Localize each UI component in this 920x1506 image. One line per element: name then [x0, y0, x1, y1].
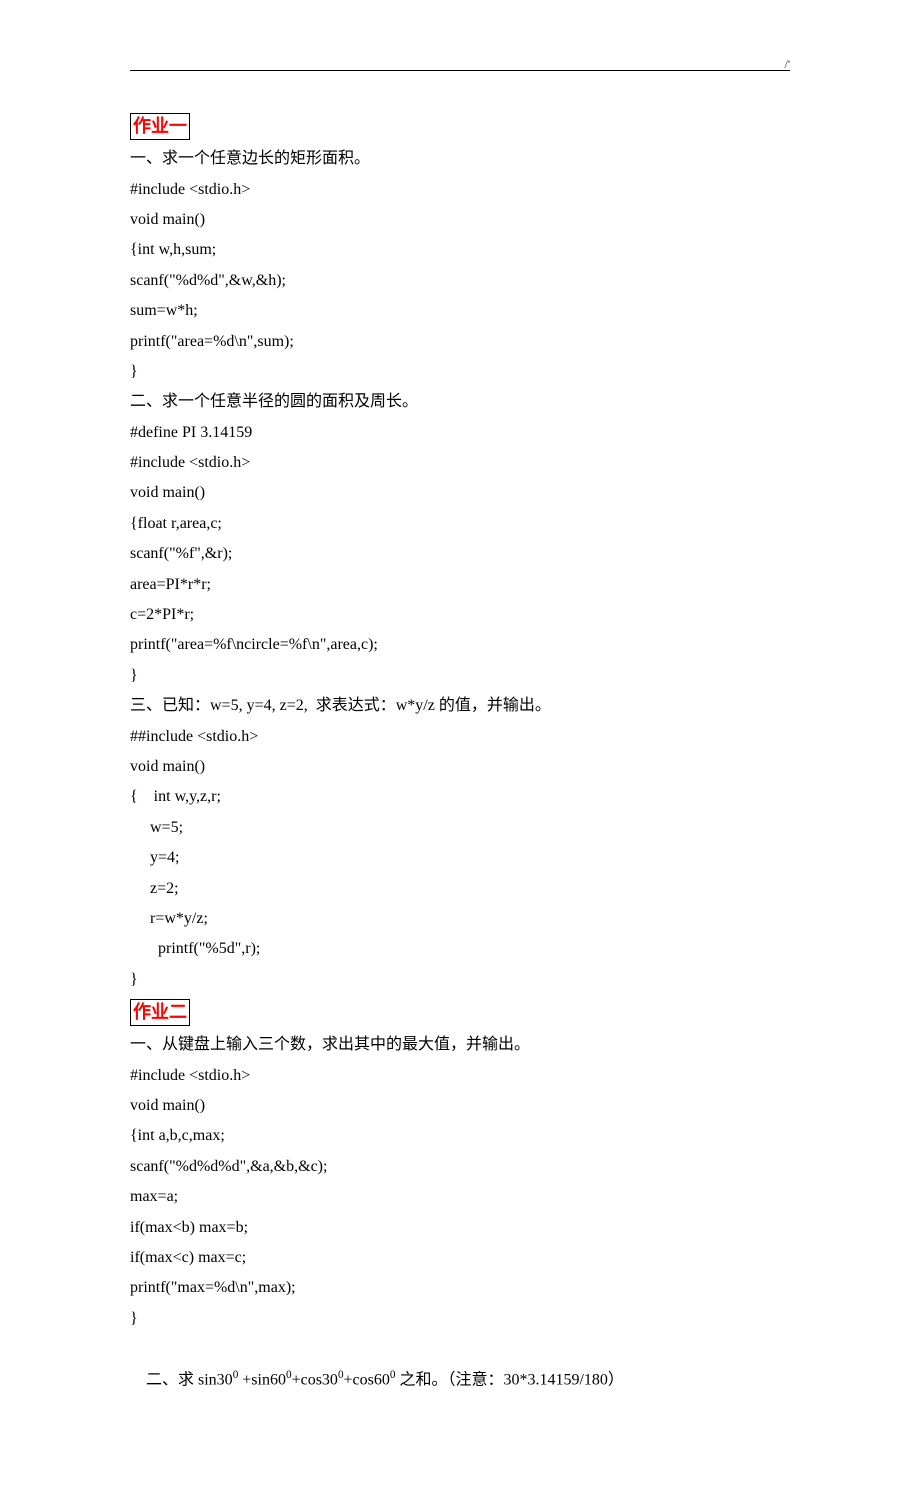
s1-q1-code-line: scanf("%d%d",&w,&h); — [130, 266, 790, 296]
s1-q1-code-line: } — [130, 357, 790, 387]
s2-q2-text-part: +sin60 — [238, 1371, 286, 1388]
s2-q1-code-line: if(max<c) max=c; — [130, 1243, 790, 1273]
s1-q2-code-line: printf("area=%f\ncircle=%f\n",area,c); — [130, 630, 790, 660]
s1-q3-code-line: w=5; — [130, 813, 790, 843]
section-heading-1: 作业一 — [130, 113, 190, 140]
s2-q1-code-line: if(max<b) max=b; — [130, 1213, 790, 1243]
s2-q1-title: 一、从键盘上输入三个数，求出其中的最大值，并输出。 — [130, 1030, 790, 1060]
s1-q3-code-line: z=2; — [130, 874, 790, 904]
s1-q3-code-line: y=4; — [130, 843, 790, 873]
s1-q2-code-line: {float r,area,c; — [130, 509, 790, 539]
top-horizontal-rule: /' — [130, 70, 790, 71]
s1-q3-code-line: ##include <stdio.h> — [130, 722, 790, 752]
s1-q2-code-line: c=2*PI*r; — [130, 600, 790, 630]
s1-q2-code-line: scanf("%f",&r); — [130, 539, 790, 569]
s2-q1-code-line: max=a; — [130, 1182, 790, 1212]
s2-q2-title: 二、求 sin300 +sin600+cos300+cos600 之和。（注意：… — [130, 1334, 790, 1426]
s1-q1-title: 一、求一个任意边长的矩形面积。 — [130, 144, 790, 174]
s2-q1-code-line: printf("max=%d\n",max); — [130, 1273, 790, 1303]
s2-q1-code-line: void main() — [130, 1091, 790, 1121]
s1-q2-code-line: void main() — [130, 478, 790, 508]
s1-q1-code-line: sum=w*h; — [130, 296, 790, 326]
s2-q2-text-part: 之和。（注意：30*3.14159/180） — [395, 1371, 623, 1388]
s1-q3-title: 三、已知：w=5, y=4, z=2, 求表达式：w*y/z 的值，并输出。 — [130, 691, 790, 721]
s1-q1-code-line: #include <stdio.h> — [130, 175, 790, 205]
document-page: /' 作业一 一、求一个任意边长的矩形面积。 #include <stdio.h… — [0, 0, 920, 1506]
s1-q2-title: 二、求一个任意半径的圆的面积及周长。 — [130, 387, 790, 417]
s1-q1-code-line: printf("area=%d\n",sum); — [130, 327, 790, 357]
s2-q2-text-part: 二、求 sin30 — [146, 1371, 233, 1388]
s2-q1-code-line: #include <stdio.h> — [130, 1061, 790, 1091]
s2-q1-code-line: {int a,b,c,max; — [130, 1121, 790, 1151]
top-right-note: /' — [785, 53, 791, 76]
s1-q3-code-line: } — [130, 965, 790, 995]
s1-q1-code-line: void main() — [130, 205, 790, 235]
s2-q1-code-line: } — [130, 1304, 790, 1334]
s2-q2-text-part: +cos30 — [292, 1371, 338, 1388]
s1-q2-code-line: area=PI*r*r; — [130, 570, 790, 600]
s1-q3-code-line: r=w*y/z; — [130, 904, 790, 934]
s1-q3-code-line: void main() — [130, 752, 790, 782]
s1-q2-code-line: } — [130, 661, 790, 691]
s2-q2-text-part: +cos60 — [344, 1371, 390, 1388]
s1-q2-code-line: #include <stdio.h> — [130, 448, 790, 478]
section-heading-2: 作业二 — [130, 999, 190, 1026]
s1-q2-code-line: #define PI 3.14159 — [130, 418, 790, 448]
s1-q3-code-line: { int w,y,z,r; — [130, 782, 790, 812]
s2-q1-code-line: scanf("%d%d%d",&a,&b,&c); — [130, 1152, 790, 1182]
s1-q1-code-line: {int w,h,sum; — [130, 235, 790, 265]
s1-q3-code-line: printf("%5d",r); — [130, 934, 790, 964]
